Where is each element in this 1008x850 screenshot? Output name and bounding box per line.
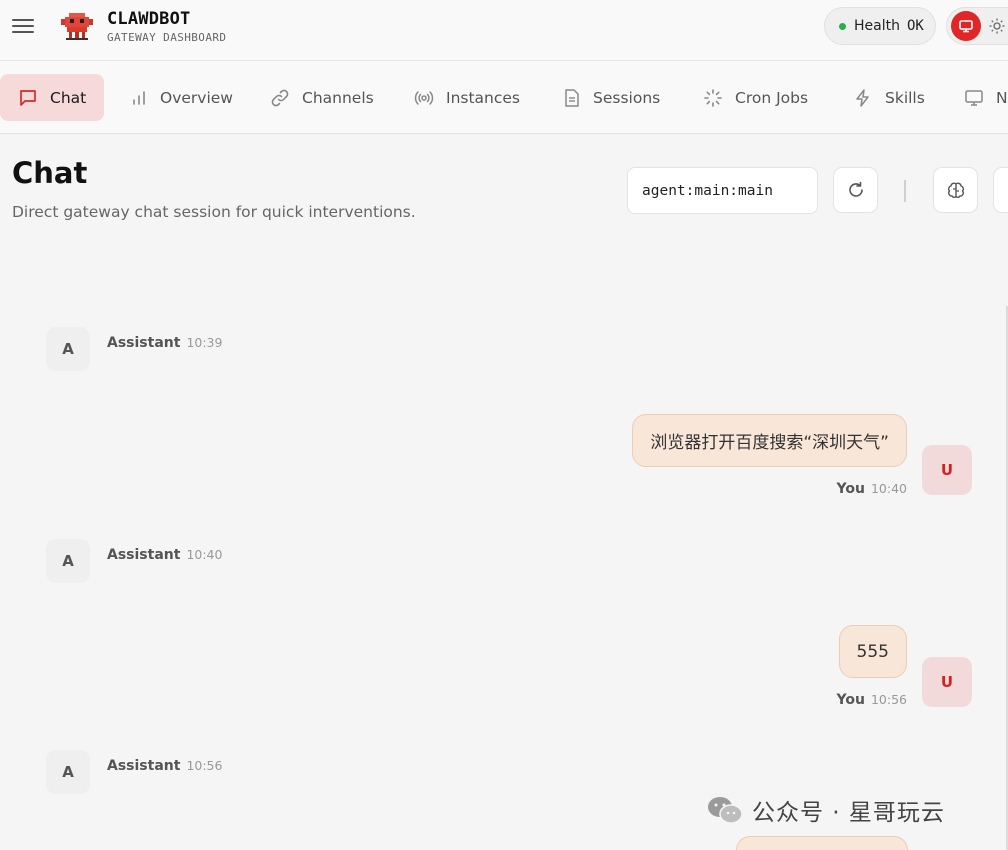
more-button[interactable] [993,167,1008,213]
tab-skills[interactable]: Skills [853,74,925,121]
zap-icon [856,88,869,107]
tab-label: Channels [302,88,374,107]
tab-nodes[interactable]: N [964,74,1008,121]
refresh-icon [848,181,863,197]
user-avatar: U [922,657,972,707]
user-message-bubble-partial [736,836,908,850]
watermark: 公众号 · 星哥玩云 [706,793,945,827]
tab-overview[interactable]: Overview [130,74,233,121]
tab-sessions[interactable]: Sessions [563,74,660,121]
message-author: You [836,692,865,708]
watermark-text: 公众号 · 星哥玩云 [752,800,945,826]
tab-label: Chat [50,88,87,107]
page-title: Chat [12,156,88,190]
message-meta: Assistant 10:39 [107,335,222,351]
tab-label: Cron Jobs [735,88,809,107]
user-avatar: U [922,445,972,495]
message-meta: You 10:40 [837,481,907,497]
assistant-avatar: A [46,750,90,794]
toolbar-divider [904,180,906,202]
tab-channels[interactable]: Channels [270,74,374,121]
health-label: Health [854,18,900,34]
tab-label: Overview [160,88,233,107]
file-text-icon [565,88,579,107]
tab-cron-jobs[interactable]: Cron Jobs [703,74,808,121]
user-message-bubble: 浏览器打开百度搜索“深圳天气” [632,414,907,467]
user-message-bubble: 555 [838,625,907,678]
message-time: 10:40 [870,481,907,496]
radio-broadcast-icon [414,90,434,105]
message-time: 10:56 [870,692,907,707]
monitor-icon [959,20,973,33]
wechat-icon [708,797,743,824]
sun-icon[interactable] [989,18,1005,34]
message-time: 10:39 [186,335,223,350]
assistant-avatar: A [46,327,90,371]
menu-icon[interactable] [12,16,34,36]
app-name: CLAWDBOT [107,9,191,29]
health-value: OK [906,18,924,34]
message-author: You [836,481,865,497]
tab-label: Skills [885,88,925,107]
tab-instances[interactable]: Instances [414,74,520,121]
tab-label: Instances [446,88,521,107]
app-subtitle: GATEWAY DASHBOARD [107,31,227,44]
crab-logo-icon [61,13,93,40]
assistant-avatar: A [46,539,90,583]
tab-chat[interactable]: Chat [0,74,105,121]
message-meta: You 10:56 [837,692,907,708]
theme-toggle [946,7,1008,45]
message-square-icon [20,89,36,106]
app-root: CLAWDBOT GATEWAY DASHBOARD Health OK Cha… [0,0,1008,850]
monitor-icon [965,89,983,106]
refresh-button[interactable] [833,167,878,213]
message-author: Assistant [107,547,181,563]
thinking-toggle-button[interactable] [933,167,978,213]
top-bar: CLAWDBOT GATEWAY DASHBOARD Health OK [0,0,1008,61]
tab-label: Sessions [593,88,661,107]
message-meta: Assistant 10:56 [107,758,222,774]
status-dot-icon [839,22,846,30]
page-description: Direct gateway chat session for quick in… [12,203,416,221]
monitor-theme-button[interactable] [951,11,981,41]
nav-tabs: Chat Overview Channels Instances Session… [0,61,1008,134]
brain-icon [947,182,964,198]
tab-label: N [996,88,1008,107]
message-author: Assistant [107,335,181,351]
health-badge: Health OK [824,7,936,45]
message-author: Assistant [107,758,181,774]
loader-icon [704,88,722,107]
link-icon [271,89,289,106]
session-key-input[interactable] [627,167,818,214]
message-meta: Assistant 10:40 [107,547,222,563]
message-time: 10:56 [186,758,223,773]
bar-chart-icon [133,90,145,105]
message-time: 10:40 [186,547,223,562]
